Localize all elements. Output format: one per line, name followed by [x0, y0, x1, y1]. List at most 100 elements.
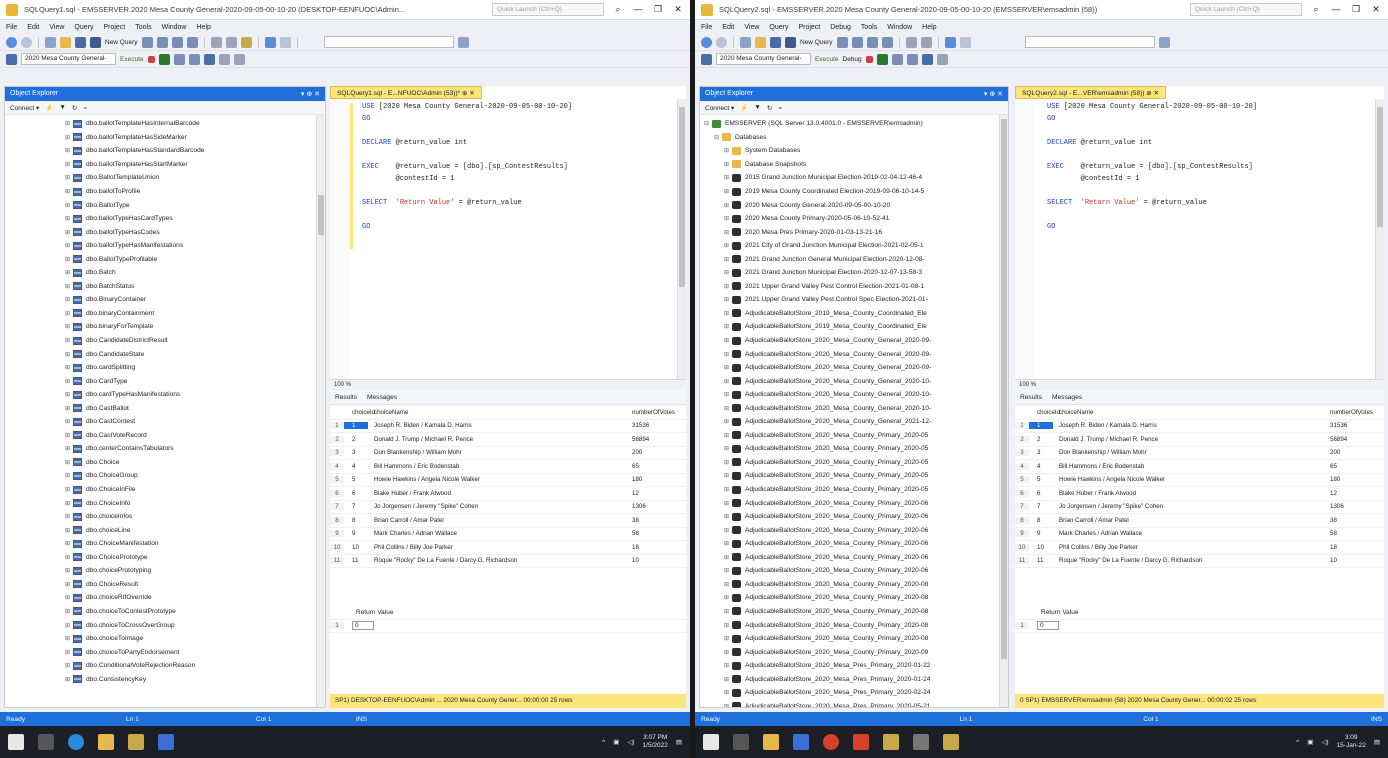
cell-choiceid[interactable]: 11 — [344, 557, 368, 564]
cell-choiceid[interactable]: 2 — [344, 436, 368, 443]
expand-icon[interactable]: ⊞ — [65, 188, 73, 195]
cell-choicename[interactable]: Jo Jorgensen / Jeremy "Spike" Cohen — [368, 503, 628, 510]
editor-scrollbar[interactable] — [677, 99, 686, 379]
parse-icon[interactable] — [158, 53, 170, 65]
database-query-icon[interactable] — [836, 36, 848, 48]
tree-item[interactable]: ⊞ dbo.choiceToImage — [65, 632, 325, 646]
expand-icon[interactable]: ⊞ — [65, 513, 73, 520]
expand-icon[interactable]: ⊞ — [65, 351, 73, 358]
row-number[interactable]: 10 — [1015, 543, 1029, 551]
menu-edit[interactable]: Edit — [27, 24, 39, 31]
close-button[interactable]: ✕ — [1370, 4, 1382, 15]
tree-item[interactable]: ⊞ AdjudicableBallotStore_2020_Mesa_County… — [700, 361, 1008, 375]
tree-item[interactable]: ⊞ dbo.CardType — [65, 374, 325, 388]
cell-choicename[interactable]: Roque "Rocky" De La Fuente / Darcy G. Ri… — [1053, 557, 1326, 564]
expand-icon[interactable]: ⊞ — [65, 581, 73, 588]
expand-icon[interactable]: ⊞ — [65, 472, 73, 479]
cell-choicename[interactable]: Joseph R. Biden / Kamala D. Harris — [368, 422, 628, 429]
execute-button[interactable]: Execute — [120, 56, 144, 63]
cell-choicename[interactable]: Roque "Rocky" De La Fuente / Darcy G. Ri… — [368, 557, 628, 564]
tree-item[interactable]: ⊞ dbo.choiceToPartyEndorsement — [65, 645, 325, 659]
cell-votes[interactable]: 56894 — [1326, 436, 1384, 443]
cell-votes[interactable]: 65 — [628, 463, 686, 470]
table-row[interactable]: 8 8 Brian Carroll / Amar Patel 38 — [330, 514, 686, 528]
cell-votes[interactable]: 1306 — [1326, 503, 1384, 510]
tree-item[interactable]: ⊞ dbo.ChoiceInfo — [65, 496, 325, 510]
parse-icon[interactable] — [876, 53, 888, 65]
cell-choicename[interactable]: Bill Hammons / Eric Bodenstab — [368, 463, 628, 470]
table-row[interactable]: 5 5 Howie Hawkins / Angela Nicole Walker 18… — [330, 474, 686, 487]
tree-item[interactable]: ⊞ AdjudicableBallotStore_2020_Mesa_Pres_P… — [700, 659, 1008, 673]
save-icon[interactable] — [75, 36, 86, 48]
vertical-scrollbar[interactable] — [999, 115, 1008, 707]
tree-item[interactable]: ⊞ AdjudicableBallotStore_2020_Mesa_County… — [700, 551, 1008, 565]
expand-icon[interactable]: ⊞ — [65, 622, 73, 629]
indent-icon[interactable] — [233, 53, 245, 65]
expand-icon[interactable]: ⊞ — [724, 391, 732, 398]
expand-icon[interactable]: ⊞ — [65, 134, 73, 141]
menu-tools[interactable]: Tools — [861, 24, 877, 31]
expand-icon[interactable]: ⊞ — [65, 486, 73, 493]
row-number[interactable]: 11 — [330, 557, 344, 565]
cell-choicename[interactable]: Joseph R. Biden / Kamala D. Harris — [1053, 422, 1326, 429]
table-row[interactable]: 2 2 Donald J. Trump / Michael R. Pence 5689… — [330, 433, 686, 447]
tree-item[interactable]: ⊞ AdjudicableBallotStore_2020_Mesa_County… — [700, 429, 1008, 443]
restore-button[interactable]: ❐ — [652, 4, 664, 15]
expand-icon[interactable]: ⊞ — [724, 310, 732, 317]
cell-choicename[interactable]: Brian Carroll / Amar Patel — [368, 517, 628, 524]
row-number[interactable]: 8 — [1015, 516, 1029, 524]
cell-choicename[interactable]: Phil Collins / Billy Joe Parker — [1053, 544, 1326, 551]
cell-choicename[interactable]: Jo Jorgensen / Jeremy "Spike" Cohen — [1053, 503, 1326, 510]
tree-item[interactable]: ⊞ AdjudicableBallotStore_2020_Mesa_Pres_P… — [700, 700, 1008, 707]
tree-databases-node[interactable]: ⊟ Databases — [700, 131, 1008, 145]
doc-tab-sqlquery2[interactable]: SQLQuery2.sql - E...VER\emsadmin (58)) ⊕… — [1015, 86, 1167, 99]
expand-icon[interactable]: ⊞ — [724, 229, 732, 236]
expand-icon[interactable]: ⊞ — [724, 283, 732, 290]
return-value-grid[interactable]: Return Value 10 — [1015, 606, 1384, 646]
cell-choiceid[interactable]: 10 — [1029, 544, 1053, 551]
comment-icon[interactable] — [936, 53, 948, 65]
app-taskbar-icon[interactable] — [793, 734, 809, 750]
expand-icon[interactable]: ⊞ — [65, 635, 73, 642]
cell-choiceid[interactable]: 3 — [1029, 449, 1053, 456]
tree-item[interactable]: ⊞ 2020 Mesa County General-2020-09-05-00-… — [700, 198, 1008, 212]
expand-icon[interactable]: ⊞ — [65, 283, 73, 290]
row-number[interactable]: 11 — [1015, 557, 1029, 565]
copy-icon[interactable] — [920, 36, 932, 48]
tree-item[interactable]: ⊞ AdjudicableBallotStore_2020_Mesa_County… — [700, 483, 1008, 497]
row-number[interactable]: 8 — [330, 516, 344, 524]
tray-chevron-icon[interactable]: ^ — [602, 739, 605, 746]
table-row[interactable]: 10 10 Phil Collins / Billy Joe Parker 18 — [1015, 541, 1384, 555]
menu-project[interactable]: Project — [798, 24, 820, 31]
cell-choiceid[interactable]: 7 — [344, 503, 368, 510]
expand-icon[interactable]: ⊞ — [65, 594, 73, 601]
expand-icon[interactable]: ⊞ — [65, 242, 73, 249]
expand-icon[interactable]: ⊞ — [724, 337, 732, 344]
results-grid[interactable]: choiceId choiceName numberOfVotes 1 1 Joseph … — [330, 406, 686, 586]
forward-icon[interactable] — [716, 36, 727, 48]
cut-icon[interactable] — [210, 36, 222, 48]
cell-votes[interactable]: 200 — [628, 449, 686, 456]
tree-item[interactable]: ⊞ dbo.cardSplitting — [65, 361, 325, 375]
expand-icon[interactable]: ⊞ — [724, 594, 732, 601]
clock[interactable]: 3:09 15-Jan-22 — [1337, 734, 1366, 750]
expand-icon[interactable]: ⊞ — [65, 554, 73, 561]
cell-choicename[interactable]: Mark Charles / Adrian Wallace — [1053, 530, 1326, 537]
expand-icon[interactable]: ⊞ — [65, 269, 73, 276]
refresh-icon[interactable]: ↻ — [72, 104, 77, 112]
messages-tab[interactable]: Messages — [1052, 394, 1082, 401]
tree-item[interactable]: ⊞ dbo.BinaryContainer — [65, 293, 325, 307]
expand-icon[interactable]: ⊞ — [65, 147, 73, 154]
expand-icon[interactable]: ⊞ — [724, 649, 732, 656]
cell-choicename[interactable]: Donald J. Trump / Michael R. Pence — [368, 436, 628, 443]
solution-config-combo[interactable] — [1024, 36, 1155, 48]
expand-icon[interactable]: ⊞ — [65, 391, 73, 398]
cell-votes[interactable]: 38 — [1326, 517, 1384, 524]
ssms-taskbar-icon[interactable] — [883, 734, 899, 750]
cell-votes[interactable]: 65 — [1326, 463, 1384, 470]
chrome-icon[interactable] — [823, 734, 839, 750]
editor-scrollbar[interactable] — [1375, 99, 1384, 379]
row-number[interactable]: 4 — [330, 462, 344, 470]
tree-item[interactable]: ⊞ dbo.choicePrototyping — [65, 564, 325, 578]
filter-icon[interactable] — [6, 53, 17, 65]
